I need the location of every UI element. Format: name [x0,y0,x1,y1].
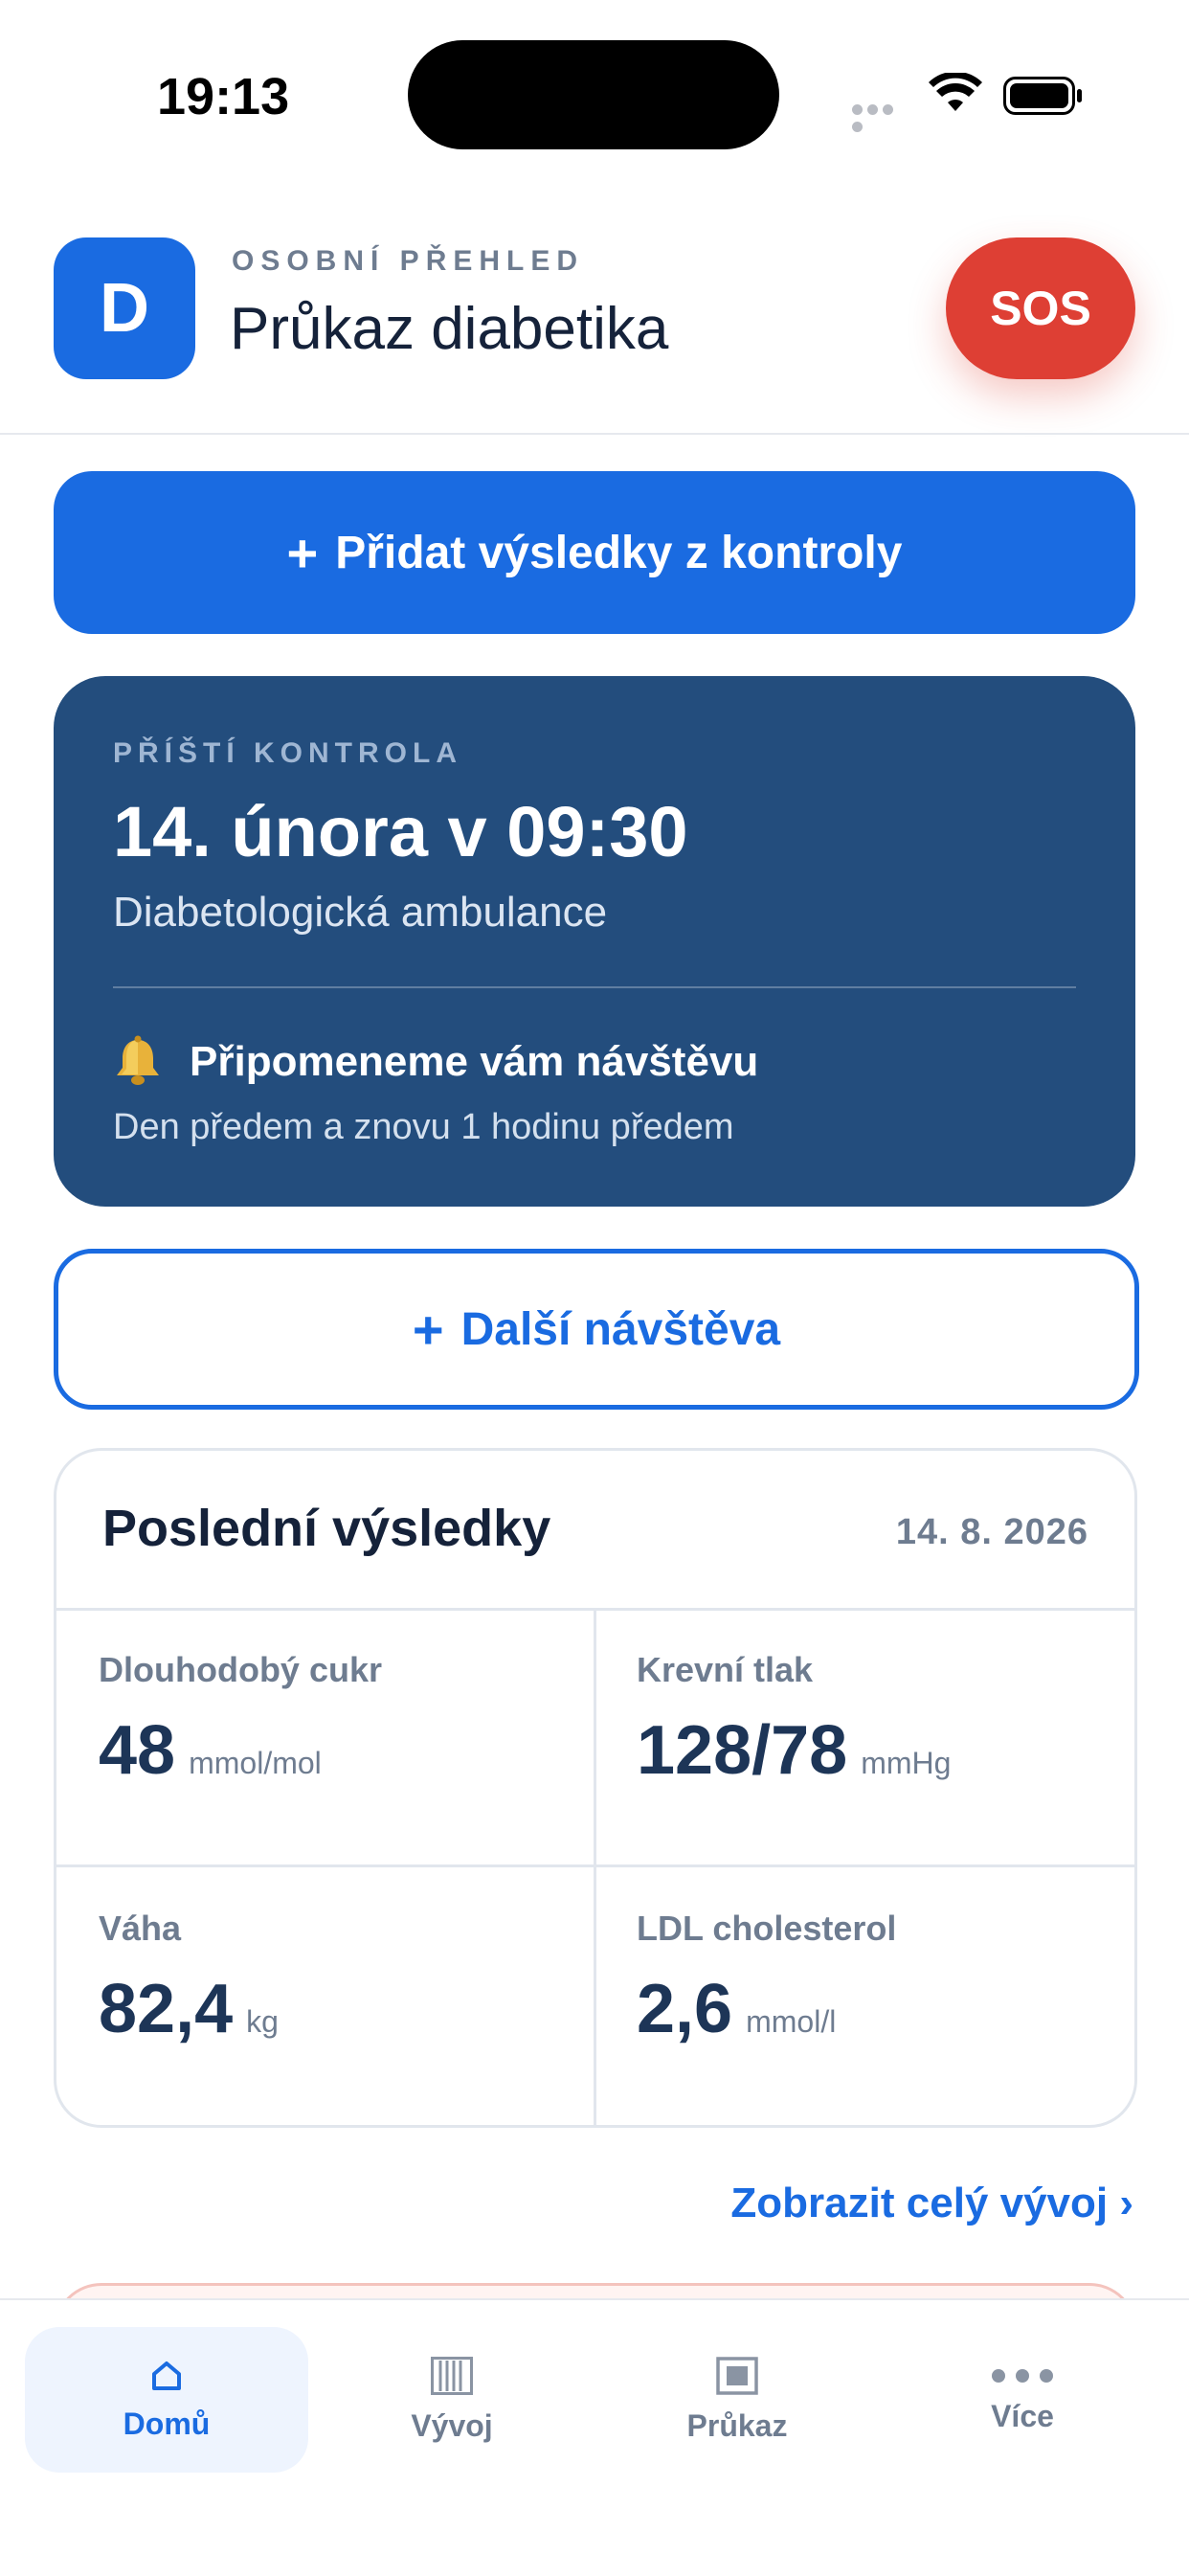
next-check-datetime: 14. února v 09:30 [113,792,688,871]
chart-bars-icon [431,2356,473,2395]
tab-label: Domů [123,2406,211,2441]
metric-value: 128/78 [637,1712,848,1789]
next-check-place: Diabetologická ambulance [113,889,608,936]
sos-button[interactable]: SOS [946,237,1135,379]
tab-label: Více [991,2398,1054,2433]
next-check-card[interactable]: PŘÍŠTÍ KONTROLA 14. února v 09:30 Diabet… [54,676,1135,1207]
tab-progress[interactable]: Vývoj [310,2327,594,2473]
header-divider [0,433,1189,435]
metric-blood-pressure[interactable]: Krevní tlak 128/78 mmHg [637,1650,951,1790]
metric-label: Krevní tlak [637,1650,814,1689]
metric-value: 2,6 [637,1971,733,2047]
tab-label: Průkaz [686,2407,788,2443]
next-check-divider [113,986,1076,988]
add-visit-button[interactable]: + Další návštěva [54,1249,1139,1410]
add-results-button[interactable]: + Přidat výsledky z kontroly [54,471,1135,634]
tab-home[interactable]: Domů [25,2327,308,2473]
metric-unit: mmol/mol [189,1746,322,1780]
home-icon [152,2361,181,2390]
metric-label: Dlouhodobý cukr [99,1650,382,1689]
metric-ldl[interactable]: LDL cholesterol 2,6 mmol/l [637,1909,896,2048]
tab-card[interactable]: Průkaz [595,2327,879,2473]
metric-weight[interactable]: Váha 82,4 kg [99,1909,279,2048]
results-header: Poslední výsledky 14. 8. 2026 [56,1451,1134,1611]
metric-unit: kg [246,2004,279,2039]
dynamic-island [408,40,779,149]
bell-icon [117,1035,159,1085]
metric-value: 48 [99,1712,176,1789]
more-dots-icon [992,2368,1053,2383]
card-icon [716,2356,758,2395]
battery-icon [1003,77,1082,115]
metric-hba1c[interactable]: Dlouhodobý cukr 48 mmol/mol [99,1650,382,1790]
tab-label: Vývoj [411,2407,493,2443]
metric-unit: mmol/l [746,2004,837,2039]
metric-label: LDL cholesterol [637,1909,897,1948]
results-title: Poslední výsledky [102,1500,551,1557]
plus-icon: + [286,522,319,583]
wifi-icon [929,73,982,111]
latest-results-card[interactable]: Poslední výsledky 14. 8. 2026 Dlouhodobý… [54,1448,1137,2128]
reminder-title: Připomeneme vám návštěvu [190,1038,759,1085]
results-date: 14. 8. 2026 [895,1512,1088,1552]
add-visit-label: Další návštěva [460,1303,781,1355]
metric-value: 82,4 [99,1971,234,2047]
cellular-signal-icon [852,102,911,132]
add-results-label: Přidat výsledky z kontroly [335,527,903,578]
grid-divider-horizontal [56,1864,1134,1867]
header-eyebrow: OSOBNÍ PŘEHLED [232,245,585,277]
status-time: 19:13 [157,68,290,125]
reminder-detail: Den předem a znovu 1 hodinu předem [113,1107,734,1147]
show-all-history-link[interactable]: Zobrazit celý vývoj › [730,2180,1133,2227]
tab-bar: Domů Vývoj Průkaz Více [0,2298,1189,2576]
metric-label: Váha [99,1909,182,1948]
tab-more[interactable]: Více [881,2327,1164,2473]
next-check-eyebrow: PŘÍŠTÍ KONTROLA [113,737,462,769]
page-title: Průkaz diabetika [230,296,669,362]
metric-unit: mmHg [861,1746,952,1780]
plus-icon: + [412,1299,444,1360]
avatar[interactable]: D [54,237,195,379]
